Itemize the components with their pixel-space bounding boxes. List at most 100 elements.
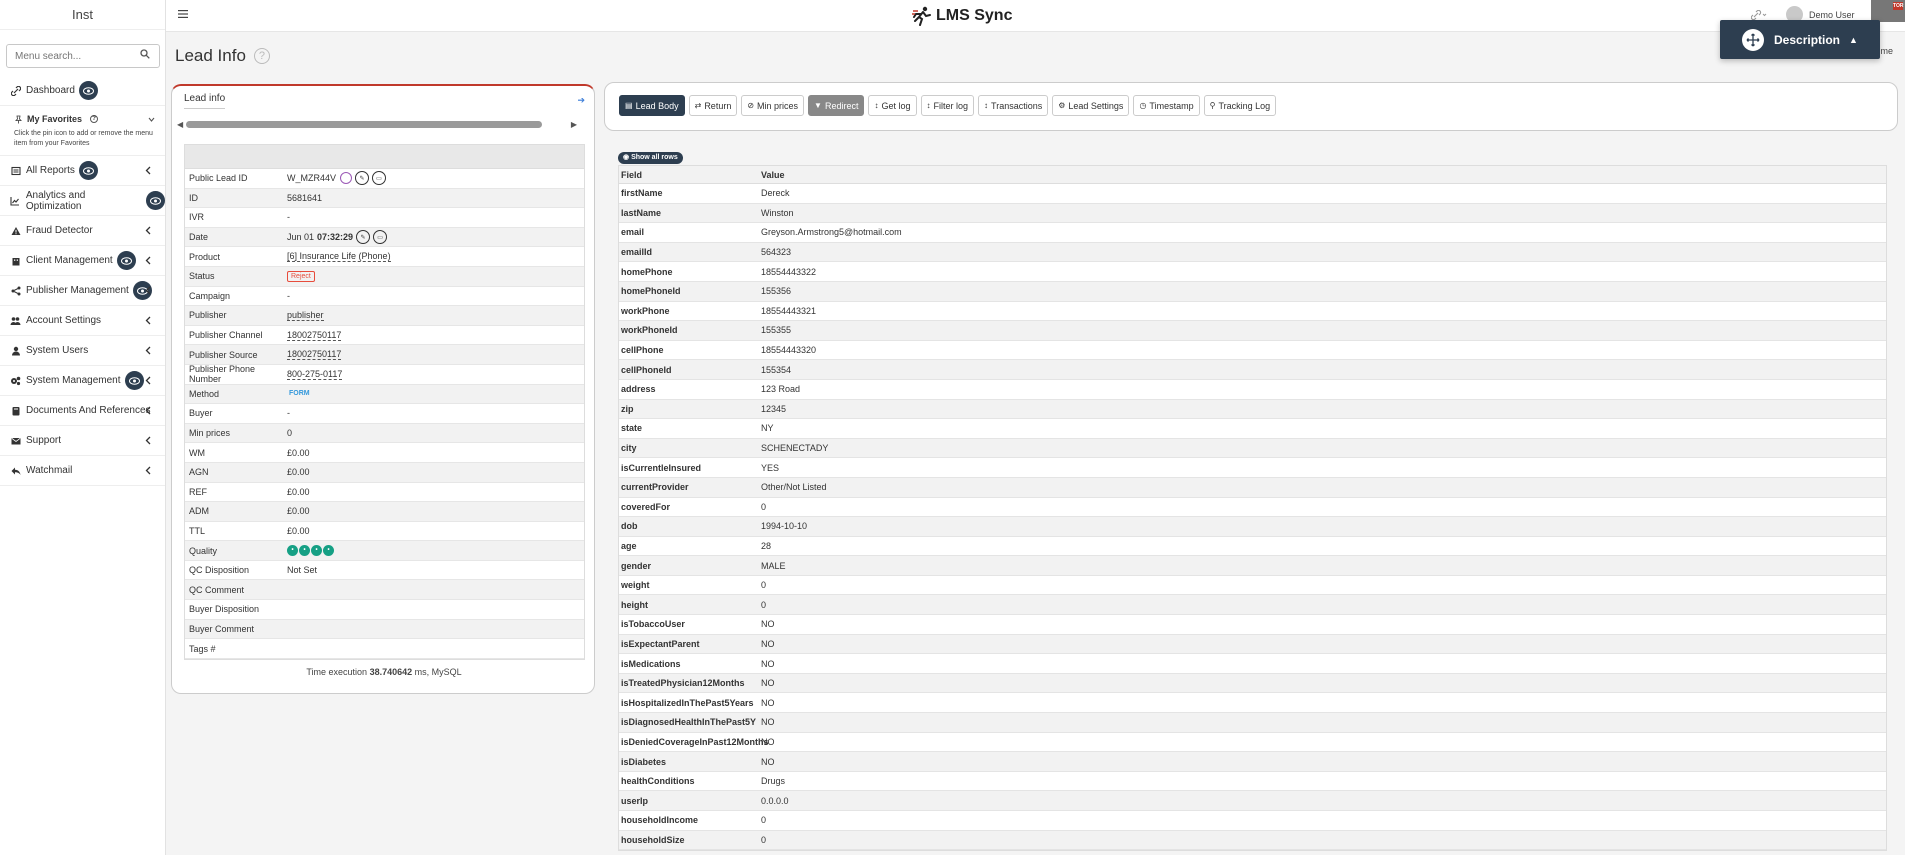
row-field: AGN bbox=[189, 467, 209, 478]
table-row: age 28 bbox=[619, 537, 1886, 557]
edit-icon[interactable]: ✎ bbox=[356, 230, 371, 245]
show-all-rows-button[interactable]: ◉ Show all rows bbox=[618, 152, 683, 164]
row-field: Status bbox=[189, 271, 215, 282]
row-link[interactable]: 18002750117 bbox=[287, 349, 342, 361]
row-link[interactable]: 18002750117 bbox=[287, 330, 342, 341]
chevron-left-icon bbox=[145, 376, 151, 385]
tab-min-prices[interactable]: ⊘ Min prices bbox=[741, 95, 805, 116]
report-icon bbox=[10, 165, 21, 176]
sidebar-item-label: System Users bbox=[26, 345, 89, 356]
row-value: MALE bbox=[761, 560, 786, 571]
copy-icon[interactable]: ▭ bbox=[373, 230, 388, 245]
eye-icon[interactable] bbox=[78, 161, 98, 180]
tab-lead-body[interactable]: ▤ Lead Body bbox=[619, 95, 685, 116]
eye-icon[interactable] bbox=[116, 251, 136, 270]
horizontal-scrollbar[interactable]: ◀ ▶ bbox=[177, 120, 577, 130]
sidebar-item-support[interactable]: Support bbox=[0, 426, 165, 456]
sidebar-item-documents[interactable]: Documents And References bbox=[0, 396, 165, 426]
row-field: isHospitalizedInThePast5Years bbox=[621, 697, 754, 708]
eye-icon[interactable] bbox=[146, 191, 165, 210]
sidebar-item-watchmail[interactable]: Watchmail bbox=[0, 456, 165, 486]
row-link[interactable]: [6] Insurance Life (Phone) bbox=[287, 251, 391, 263]
description-toggle[interactable]: Description ▲ bbox=[1720, 20, 1880, 59]
tab-lead-settings[interactable]: ⚙ Lead Settings bbox=[1052, 95, 1130, 116]
sidebar-item-publisher-management[interactable]: Publisher Management bbox=[0, 276, 165, 306]
sidebar-item-account-settings[interactable]: Account Settings bbox=[0, 306, 165, 336]
menu-search-input[interactable] bbox=[6, 44, 160, 68]
chevron-left-icon bbox=[145, 436, 151, 445]
sign-in-icon[interactable]: ➔ bbox=[577, 95, 585, 106]
table-row: address 123 Road bbox=[619, 380, 1886, 400]
chevron-down-icon[interactable] bbox=[148, 117, 155, 122]
home-label[interactable]: me bbox=[1880, 46, 1893, 56]
table-row: REF £0.00 bbox=[185, 483, 584, 503]
edit-icon[interactable]: ✎ bbox=[355, 171, 370, 186]
sidebar-item-client-management[interactable]: Client Management bbox=[0, 246, 165, 276]
tag-icon[interactable] bbox=[340, 172, 353, 185]
row-value: 18002750117 bbox=[287, 330, 584, 341]
row-value-text: W_MZR44V bbox=[287, 173, 337, 184]
search-icon[interactable] bbox=[140, 49, 150, 59]
filter-icon: ▼ bbox=[814, 101, 822, 110]
row-link[interactable]: publisher bbox=[287, 310, 324, 321]
scroll-left-icon[interactable]: ◀ bbox=[177, 120, 183, 129]
hamburger-menu-icon[interactable] bbox=[178, 9, 188, 19]
eye-icon[interactable] bbox=[124, 371, 144, 390]
sidebar-item-system-management[interactable]: System Management bbox=[0, 366, 165, 396]
row-value: NO bbox=[761, 678, 775, 689]
move-icon[interactable] bbox=[1742, 28, 1764, 51]
tab-redirect[interactable]: ▼ Redirect bbox=[808, 95, 865, 116]
tab-filter-log[interactable]: ↕ Filter log bbox=[920, 95, 975, 116]
table-row: Publisher Phone Number 800-275-0117 bbox=[185, 364, 584, 385]
tab-tracking-log[interactable]: ⚲ Tracking Log bbox=[1203, 95, 1277, 116]
row-value: - bbox=[287, 291, 584, 301]
chevron-left-icon bbox=[145, 286, 151, 295]
table-row: emailId 564323 bbox=[619, 242, 1886, 263]
corner-widget[interactable]: TOR bbox=[1871, 0, 1905, 22]
sidebar-item-dashboard[interactable]: Dashboard bbox=[0, 76, 165, 106]
eye-icon[interactable] bbox=[78, 81, 98, 100]
row-value: Jun 01 07:32:29 ✎ ▭ bbox=[287, 230, 584, 245]
row-field: isTobaccoUser bbox=[621, 619, 685, 630]
row-value: NO bbox=[761, 658, 775, 669]
row-field: city bbox=[621, 443, 637, 454]
row-field: cellPhone bbox=[621, 345, 664, 356]
sidebar-item-all-reports[interactable]: All Reports bbox=[0, 156, 165, 186]
quality-dot: • bbox=[287, 545, 298, 557]
table-row: workPhoneId 155355 bbox=[619, 321, 1886, 341]
table-row: homePhone 18554443322 bbox=[619, 262, 1886, 282]
tab-transactions[interactable]: ↕ Transactions bbox=[978, 95, 1049, 116]
help-icon[interactable]: ? bbox=[253, 48, 270, 64]
row-value: Dereck bbox=[761, 188, 790, 199]
favorites-title[interactable]: My Favorites ? bbox=[14, 114, 155, 124]
row-link[interactable]: 800-275-0117 bbox=[287, 369, 343, 380]
scrollbar-thumb[interactable] bbox=[186, 121, 542, 128]
share-icon bbox=[10, 285, 21, 296]
row-field: isCurrentleInsured bbox=[621, 462, 702, 473]
table-row: isTreatedPhysician12Months NO bbox=[619, 673, 1886, 694]
app-logo[interactable]: LMS Sync bbox=[911, 6, 1012, 26]
brand-name: Inst bbox=[0, 0, 165, 30]
row-field: isTreatedPhysician12Months bbox=[621, 678, 745, 689]
triangle-up-icon: ▲ bbox=[1849, 34, 1858, 45]
lead-body-table: Field Value firstName Dereck lastName Winst… bbox=[618, 165, 1887, 852]
sidebar-item-analytics[interactable]: Analytics and Optimization bbox=[0, 186, 165, 216]
header-field: Field bbox=[621, 169, 643, 180]
link-icon[interactable] bbox=[1751, 10, 1767, 20]
scroll-right-icon[interactable]: ▶ bbox=[571, 120, 577, 129]
row-field: Campaign bbox=[189, 290, 231, 301]
table-header bbox=[185, 145, 584, 169]
table-row: IVR - bbox=[185, 208, 584, 228]
table-row: Buyer - bbox=[185, 404, 584, 424]
tab-timestamp[interactable]: ◷ Timestamp bbox=[1133, 95, 1200, 116]
tab-get-log[interactable]: ↕ Get log bbox=[868, 95, 917, 116]
sidebar-item-fraud-detector[interactable]: Fraud Detector bbox=[0, 216, 165, 246]
tab-return[interactable]: ⇄ Return bbox=[688, 95, 738, 116]
row-field: Publisher Phone Number bbox=[189, 364, 256, 385]
sidebar-item-system-users[interactable]: System Users bbox=[0, 336, 165, 366]
table-row: ADM £0.00 bbox=[185, 502, 584, 522]
copy-icon[interactable]: ▭ bbox=[372, 171, 387, 186]
swap-icon: ⇄ bbox=[694, 101, 702, 110]
row-value-text: 0 bbox=[287, 428, 293, 439]
row-value: 0.0.0.0 bbox=[761, 795, 789, 806]
